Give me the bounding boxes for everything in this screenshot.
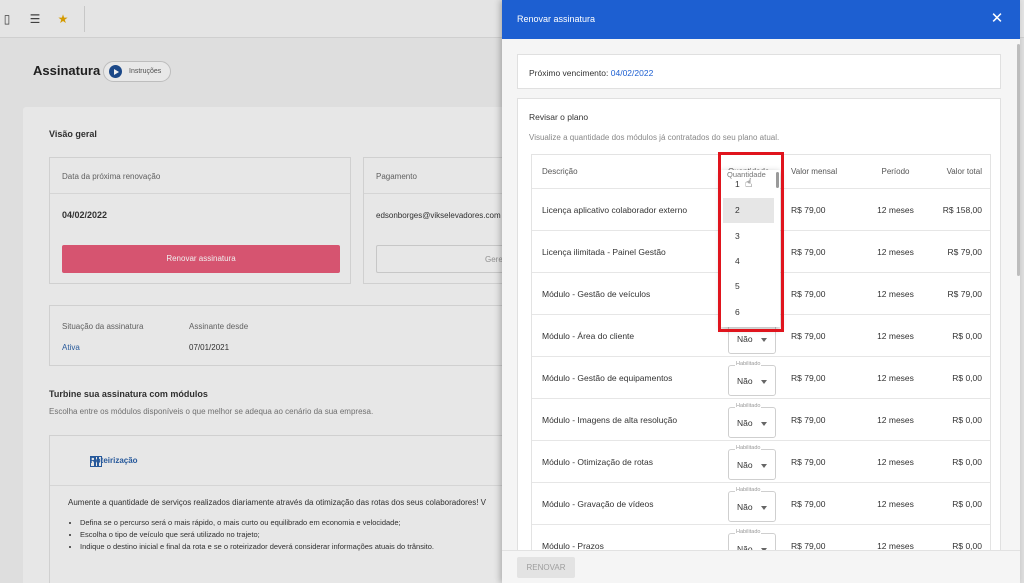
row-quantity-cell: Habilitado Não	[728, 357, 776, 398]
row-description: Módulo - Gravação de vídeos	[542, 498, 654, 509]
select-label: Habilitado	[735, 402, 762, 409]
review-subtitle: Visualize a quantidade dos módulos já co…	[529, 133, 780, 142]
chevron-down-icon	[761, 421, 767, 426]
select-label: Habilitado	[735, 528, 762, 535]
row-description: Licença aplicativo colaborador externo	[542, 204, 688, 215]
row-total: R$ 0,00	[952, 372, 982, 383]
row-total: R$ 158,00	[942, 204, 982, 215]
chevron-down-icon	[761, 379, 767, 384]
row-period: 12 meses	[877, 288, 914, 299]
row-period: 12 meses	[877, 414, 914, 425]
row-description: Módulo - Imagens de alta resolução	[542, 414, 678, 425]
col-period: Período	[881, 167, 910, 176]
table-row: Módulo - Otimização de rotas Habilitado N…	[532, 441, 990, 483]
row-monthly: R$ 79,00	[791, 414, 826, 425]
panel-header: Renovar assinatura ✕	[502, 0, 1020, 39]
select-label: Habilitado	[735, 444, 762, 451]
renew-button[interactable]: RENOVAR	[517, 557, 575, 578]
row-quantity-cell: Habilitado Não	[728, 483, 776, 524]
select-value: Não	[737, 375, 753, 386]
row-total: R$ 0,00	[952, 498, 982, 509]
row-description: Módulo - Gestão de veículos	[542, 288, 651, 299]
row-period: 12 meses	[877, 372, 914, 383]
col-description: Descrição	[542, 167, 578, 176]
table-row: Módulo - Imagens de alta resolução Habil…	[532, 399, 990, 441]
close-icon[interactable]: ✕	[988, 10, 1006, 28]
panel-scrollbar[interactable]	[1017, 44, 1020, 276]
col-monthly: Valor mensal	[791, 167, 838, 176]
row-quantity-cell: Habilitado Não	[728, 441, 776, 482]
row-total: R$ 0,00	[952, 330, 982, 341]
row-description: Licença ilimitada - Painel Gestão	[542, 246, 666, 257]
select-label: Habilitado	[735, 360, 762, 367]
row-monthly: R$ 79,00	[791, 372, 826, 383]
next-due-value: 04/02/2022	[610, 68, 654, 78]
select-label: Habilitado	[735, 486, 762, 493]
enabled-select[interactable]: Habilitado Não	[728, 360, 776, 396]
enabled-select[interactable]: Habilitado Não	[728, 402, 776, 438]
row-period: 12 meses	[877, 330, 914, 341]
row-monthly: R$ 79,00	[791, 456, 826, 467]
next-due-box: Próximo vencimento: 04/02/2022	[517, 54, 1001, 89]
row-description: Módulo - Gestão de equipamentos	[542, 372, 673, 383]
next-due-label: Próximo vencimento:	[529, 68, 609, 78]
select-value: Não	[737, 459, 753, 470]
table-row: Módulo - Gravação de vídeos Habilitado Nã…	[532, 483, 990, 525]
row-period: 12 meses	[877, 246, 914, 257]
row-quantity-cell: Habilitado Não	[728, 399, 776, 440]
chevron-down-icon	[761, 463, 767, 468]
row-description: Módulo - Área do cliente	[542, 330, 635, 341]
panel-title: Renovar assinatura	[517, 14, 596, 24]
row-description: Módulo - Otimização de rotas	[542, 456, 654, 467]
panel-footer: RENOVAR	[502, 550, 1020, 583]
row-monthly: R$ 79,00	[791, 246, 826, 257]
enabled-select[interactable]: Habilitado Não	[728, 486, 776, 522]
row-monthly: R$ 79,00	[791, 498, 826, 509]
hand-cursor-icon: ☝	[745, 176, 753, 190]
enabled-select[interactable]: Habilitado Não	[728, 444, 776, 480]
select-value: Não	[737, 501, 753, 512]
row-monthly: R$ 79,00	[791, 204, 826, 215]
row-total: R$ 79,00	[947, 246, 983, 257]
row-period: 12 meses	[877, 498, 914, 509]
review-title: Revisar o plano	[529, 112, 589, 122]
row-total: R$ 0,00	[952, 456, 982, 467]
row-period: 12 meses	[877, 204, 914, 215]
chevron-down-icon	[761, 505, 767, 510]
select-value: Não	[737, 333, 753, 344]
row-period: 12 meses	[877, 456, 914, 467]
col-total: Valor total	[946, 167, 982, 176]
table-row: Módulo - Gestão de equipamentos Habilita…	[532, 357, 990, 399]
row-total: R$ 79,00	[947, 288, 983, 299]
row-monthly: R$ 79,00	[791, 288, 826, 299]
chevron-down-icon	[761, 337, 767, 342]
select-value: Não	[737, 417, 753, 428]
row-total: R$ 0,00	[952, 414, 982, 425]
row-monthly: R$ 79,00	[791, 330, 826, 341]
